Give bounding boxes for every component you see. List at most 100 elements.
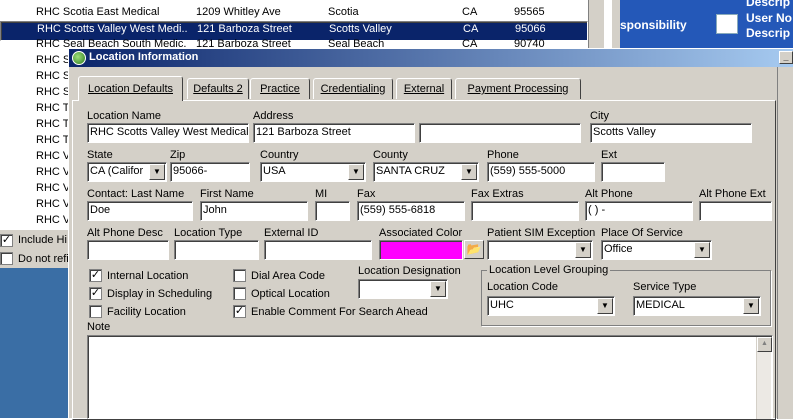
fax-extras-field[interactable] [471, 201, 579, 221]
tab-defaults-2[interactable]: Defaults 2 [187, 78, 249, 99]
dial-area-code-label: Dial Area Code [251, 270, 325, 282]
tab-payment-processing[interactable]: Payment Processing [455, 78, 581, 99]
dial-area-code-checkbox[interactable] [233, 269, 246, 282]
facility-location-checkbox[interactable] [89, 305, 102, 318]
address-line1-field[interactable]: 121 Barboza Street [253, 123, 415, 143]
associated-color-swatch[interactable] [379, 240, 463, 260]
location-designation-select[interactable]: ▼ [358, 279, 448, 299]
row-city: Scotia [328, 6, 359, 18]
patient-sim-exception-select[interactable]: ▼ [487, 240, 593, 260]
enable-comment-search-ahead-checkbox[interactable]: ✓ [233, 305, 246, 318]
contact-last-name-label: Contact: Last Name [87, 188, 185, 200]
row-address: 1209 Whitley Ave [196, 6, 281, 18]
alt-phone-desc-field[interactable] [87, 240, 169, 260]
tab-practice[interactable]: Practice [250, 78, 310, 99]
location-name-field[interactable]: RHC Scotts Valley West Medical [87, 123, 249, 143]
state-value: CA (Califor [90, 165, 144, 177]
optical-location-label: Optical Location [251, 288, 330, 300]
list-row[interactable]: RHC Scotia East Medical 1209 Whitley Ave… [0, 5, 588, 21]
location-code-select[interactable]: UHC ▼ [487, 296, 615, 316]
place-of-service-value: Office [604, 243, 633, 255]
desktop-background [0, 268, 70, 418]
responsibility-label: sponsibility [620, 18, 687, 32]
row-state: CA [463, 23, 479, 35]
include-checkbox[interactable]: ✓ [0, 234, 13, 247]
state-select[interactable]: CA (Califor ▼ [87, 162, 167, 182]
ext-field[interactable] [601, 162, 665, 182]
folder-open-icon[interactable]: 📂 [464, 240, 484, 259]
row-state: CA [462, 6, 478, 18]
mi-field[interactable] [315, 201, 350, 221]
chevron-down-icon[interactable]: ▼ [430, 281, 446, 297]
phone-field[interactable]: (559) 555-5000 [487, 162, 595, 182]
chevron-down-icon[interactable]: ▼ [694, 242, 710, 258]
tab-location-defaults[interactable]: Location Defaults [78, 76, 183, 101]
contact-last-name-field[interactable]: Doe [87, 201, 193, 221]
phone-label: Phone [487, 149, 519, 161]
country-select[interactable]: USA ▼ [260, 162, 366, 182]
internal-location-checkbox[interactable]: ✓ [89, 269, 102, 282]
chevron-down-icon[interactable]: ▼ [348, 164, 364, 180]
associated-color-label: Associated Color [379, 227, 463, 239]
internal-location-label: Internal Location [107, 270, 189, 282]
optical-location-checkbox[interactable] [233, 287, 246, 300]
row-zip: 95066 [515, 23, 546, 35]
alt-phone-desc-label: Alt Phone Desc [87, 227, 163, 239]
place-of-service-select[interactable]: Office ▼ [601, 240, 712, 260]
city-label: City [590, 110, 609, 122]
place-of-service-label: Place Of Service [601, 227, 683, 239]
mi-label: MI [315, 188, 328, 200]
chevron-down-icon[interactable]: ▼ [743, 298, 759, 314]
address-label: Address [253, 110, 294, 122]
display-in-scheduling-label: Display in Scheduling [107, 288, 213, 300]
chevron-down-icon[interactable]: ▼ [149, 164, 165, 180]
chevron-down-icon[interactable]: ▼ [575, 242, 591, 258]
app-globe-icon [72, 51, 86, 65]
location-information-dialog: Location Information _ Location Defaults… [68, 48, 793, 420]
enable-comment-search-ahead-label: Enable Comment For Search Ahead [251, 306, 428, 318]
country-value: USA [263, 165, 286, 177]
row-name: RHC Scotts Valley West Medi... [37, 23, 187, 35]
row-zip: 95565 [514, 6, 545, 18]
address-line2-field[interactable] [419, 123, 581, 143]
row-address: 121 Barboza Street [197, 23, 292, 35]
left-options-panel: ✓ Include Hi Do not refi [0, 230, 70, 268]
alt-phone-field[interactable]: ( ) - [585, 201, 693, 221]
county-select[interactable]: SANTA CRUZ ▼ [373, 162, 479, 182]
note-textarea[interactable]: ▲ [87, 335, 773, 419]
user-icon [716, 14, 738, 34]
service-type-select[interactable]: MEDICAL ▼ [633, 296, 761, 316]
state-label: State [87, 149, 113, 161]
alt-phone-ext-field[interactable] [699, 201, 772, 221]
tab-external[interactable]: External [396, 78, 452, 99]
dialog-side-strip [777, 67, 793, 419]
county-label: County [373, 149, 408, 161]
note-label: Note [87, 321, 111, 333]
fax-label: Fax [357, 188, 376, 200]
include-label: Include Hi [18, 234, 67, 246]
chevron-down-icon[interactable]: ▼ [597, 298, 613, 314]
facility-location-label: Facility Location [107, 306, 186, 318]
city-field[interactable]: Scotts Valley [590, 123, 752, 143]
user-desc-label: Descrip [746, 0, 791, 9]
zip-field[interactable]: 95066- [170, 162, 250, 182]
location-defaults-panel: Location Name RHC Scotts Valley West Med… [72, 100, 776, 420]
location-code-value: UHC [490, 299, 514, 311]
dialog-title: Location Information [89, 51, 199, 63]
location-designation-label: Location Designation [358, 265, 461, 277]
first-name-field[interactable]: John [200, 201, 308, 221]
note-scrollbar[interactable]: ▲ [756, 337, 772, 419]
scroll-up-icon[interactable]: ▲ [757, 337, 772, 352]
display-in-scheduling-checkbox[interactable]: ✓ [89, 287, 102, 300]
county-value: SANTA CRUZ [376, 165, 445, 177]
fax-field[interactable]: (559) 555-6818 [357, 201, 465, 221]
tab-credentialing[interactable]: Credentialing [313, 78, 393, 99]
location-type-field[interactable] [174, 240, 259, 260]
chevron-down-icon[interactable]: ▼ [461, 164, 477, 180]
minimize-button[interactable]: _ [779, 51, 793, 64]
do-not-checkbox[interactable] [0, 252, 13, 265]
service-type-label: Service Type [633, 281, 697, 293]
dialog-titlebar[interactable]: Location Information _ [69, 49, 793, 67]
external-id-field[interactable] [264, 240, 372, 260]
location-code-label: Location Code [487, 281, 558, 293]
